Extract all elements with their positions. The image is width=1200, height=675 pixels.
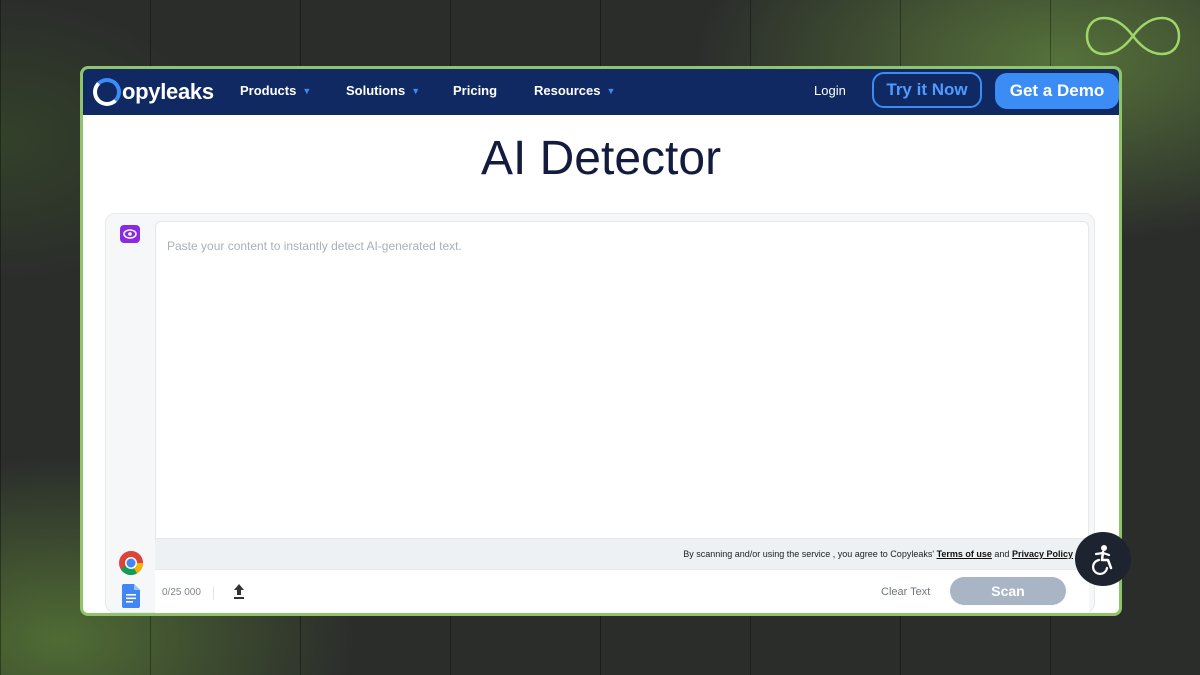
login-link[interactable]: Login [814, 83, 846, 98]
top-navbar: opyleaks Products ▼ Solutions ▼ Pricing … [83, 69, 1119, 115]
eye-glyph [123, 229, 137, 239]
nav-pricing-label: Pricing [453, 83, 498, 98]
accessibility-icon [1092, 545, 1113, 575]
nav-resources[interactable]: Resources ▼ [534, 83, 615, 98]
chrome-icon[interactable] [118, 550, 144, 576]
logo-c-mark [93, 78, 121, 106]
consent-notice: By scanning and/or using the service , y… [155, 539, 1089, 569]
detector-panel: Paste your content to instantly detect A… [105, 213, 1095, 613]
scan-button[interactable]: Scan [950, 577, 1066, 605]
get-a-demo-button[interactable]: Get a Demo [995, 73, 1119, 109]
consent-and: and [991, 549, 1012, 559]
privacy-policy-link[interactable]: Privacy Policy [1012, 549, 1073, 559]
infinity-icon [1085, 16, 1181, 56]
nav-products[interactable]: Products ▼ [240, 83, 311, 98]
chevron-down-icon: ▼ [606, 85, 616, 96]
chevron-down-icon: ▼ [302, 85, 312, 96]
nav-resources-label: Resources [534, 83, 601, 98]
page-title: AI Detector [480, 132, 722, 185]
text-input-area[interactable]: Paste your content to instantly detect A… [155, 221, 1089, 539]
accessibility-button[interactable] [1075, 532, 1131, 586]
logo-wordmark: opyleaks [122, 79, 214, 104]
editor-placeholder: Paste your content to instantly detect A… [167, 239, 462, 253]
eye-icon[interactable] [120, 225, 140, 243]
try-it-now-button[interactable]: Try it Now [872, 72, 982, 108]
nav-pricing[interactable]: Pricing [453, 83, 497, 98]
character-counter: 0/25 000 [162, 586, 214, 600]
copyleaks-logo[interactable]: opyleaks [93, 75, 214, 109]
nav-products-label: Products [240, 83, 297, 98]
browser-frame: opyleaks Products ▼ Solutions ▼ Pricing … [80, 66, 1122, 616]
nav-solutions[interactable]: Solutions ▼ [346, 83, 420, 98]
upload-icon[interactable] [231, 582, 247, 600]
clear-text-button[interactable]: Clear Text [881, 586, 930, 598]
chevron-down-icon: ▼ [411, 85, 421, 96]
nav-solutions-label: Solutions [346, 83, 406, 98]
editor-toolbar: 0/25 000 Clear Text Scan [155, 569, 1089, 613]
terms-of-use-link[interactable]: Terms of use [937, 549, 992, 559]
consent-prefix: By scanning and/or using the service , y… [683, 549, 937, 559]
google-docs-icon[interactable] [122, 584, 140, 608]
